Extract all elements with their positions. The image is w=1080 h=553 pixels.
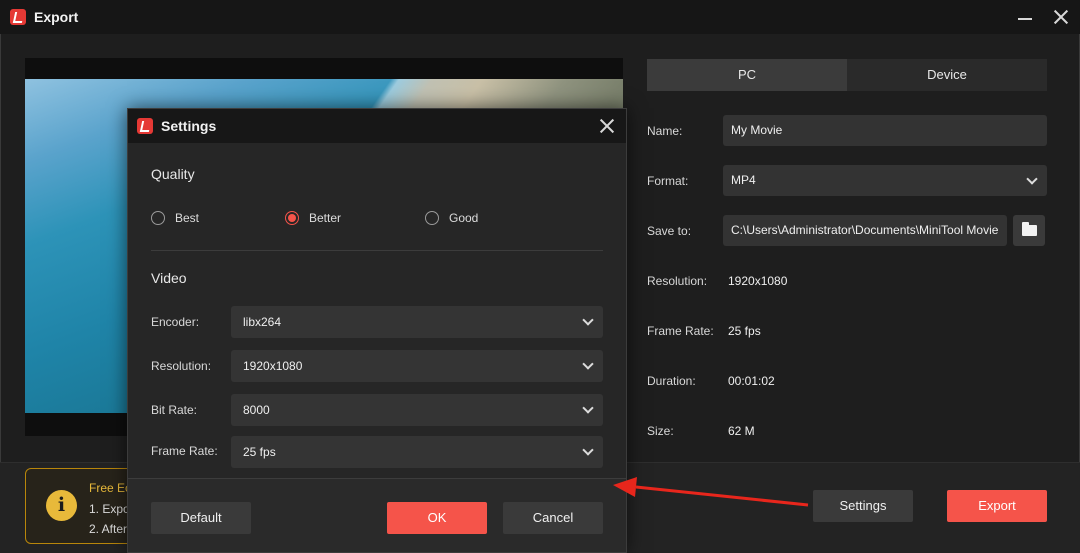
resolution-value: 1920x1080 (728, 274, 788, 288)
frame-rate-value: 25 fps (728, 324, 761, 338)
target-tabs: PC Device (647, 59, 1047, 91)
resolution-value: 1920x1080 (243, 359, 303, 373)
radio-label: Good (449, 211, 479, 225)
window-title: Export (34, 9, 79, 25)
tab-device[interactable]: Device (847, 59, 1047, 91)
radio-icon (425, 211, 439, 225)
bit-rate-value: 8000 (243, 403, 270, 417)
resolution-label: Resolution: (151, 359, 212, 373)
radio-label: Best (175, 211, 200, 225)
save-path-field[interactable]: C:\Users\Administrator\Documents\MiniToo… (723, 215, 1007, 246)
default-button[interactable]: Default (151, 502, 251, 534)
format-label: Format: (647, 174, 689, 188)
encoder-value: libx264 (243, 315, 282, 329)
quality-title: Quality (151, 166, 195, 182)
close-icon[interactable] (1050, 6, 1072, 28)
browse-folder-button[interactable] (1013, 215, 1045, 246)
name-label: Name: (647, 124, 683, 138)
size-label: Size: (647, 424, 674, 438)
title-bar: Export (0, 0, 1080, 34)
notice-title: Free Ec (89, 481, 132, 495)
folder-icon (1022, 222, 1037, 236)
app-logo-icon (137, 118, 153, 134)
frame-rate-value: 25 fps (243, 445, 276, 459)
save-to-label: Save to: (647, 224, 692, 238)
frame-rate-label: Frame Rate: (647, 324, 714, 338)
format-select[interactable]: MP4 (723, 165, 1047, 196)
encoder-label: Encoder: (151, 315, 200, 329)
duration-value: 00:01:02 (728, 374, 775, 388)
format-value: MP4 (731, 173, 756, 187)
radio-label: Better (309, 211, 342, 225)
dialog-header: Settings (128, 109, 626, 143)
divider (151, 250, 603, 251)
cancel-button[interactable]: Cancel (503, 502, 603, 534)
info-icon: i (46, 490, 77, 521)
app-logo-icon (10, 9, 26, 25)
settings-dialog: Settings Quality Best Better Good Video … (127, 108, 627, 553)
encoder-select[interactable]: libx264 (231, 306, 603, 338)
video-title: Video (151, 270, 187, 286)
settings-button[interactable]: Settings (813, 490, 913, 522)
frame-rate-label: Frame Rate: (151, 444, 218, 458)
notice-line-2: 2. After (89, 522, 128, 536)
frame-rate-select[interactable]: 25 fps (231, 436, 603, 468)
dialog-title: Settings (161, 118, 217, 134)
bit-rate-label: Bit Rate: (151, 403, 198, 417)
radio-icon (151, 211, 165, 225)
notice-line-1: 1. Expo (89, 502, 130, 516)
tab-pc[interactable]: PC (647, 59, 847, 91)
resolution-label: Resolution: (647, 274, 708, 288)
resolution-select[interactable]: 1920x1080 (231, 350, 603, 382)
duration-label: Duration: (647, 374, 696, 388)
size-value: 62 M (728, 424, 755, 438)
dialog-close-icon[interactable] (598, 117, 616, 135)
export-button[interactable]: Export (947, 490, 1047, 522)
bit-rate-select[interactable]: 8000 (231, 394, 603, 426)
dialog-footer: Default OK Cancel (128, 478, 626, 552)
radio-checked-icon (285, 211, 299, 225)
minimize-icon[interactable] (1014, 6, 1036, 28)
ok-button[interactable]: OK (387, 502, 487, 534)
name-field[interactable]: My Movie (723, 115, 1047, 146)
